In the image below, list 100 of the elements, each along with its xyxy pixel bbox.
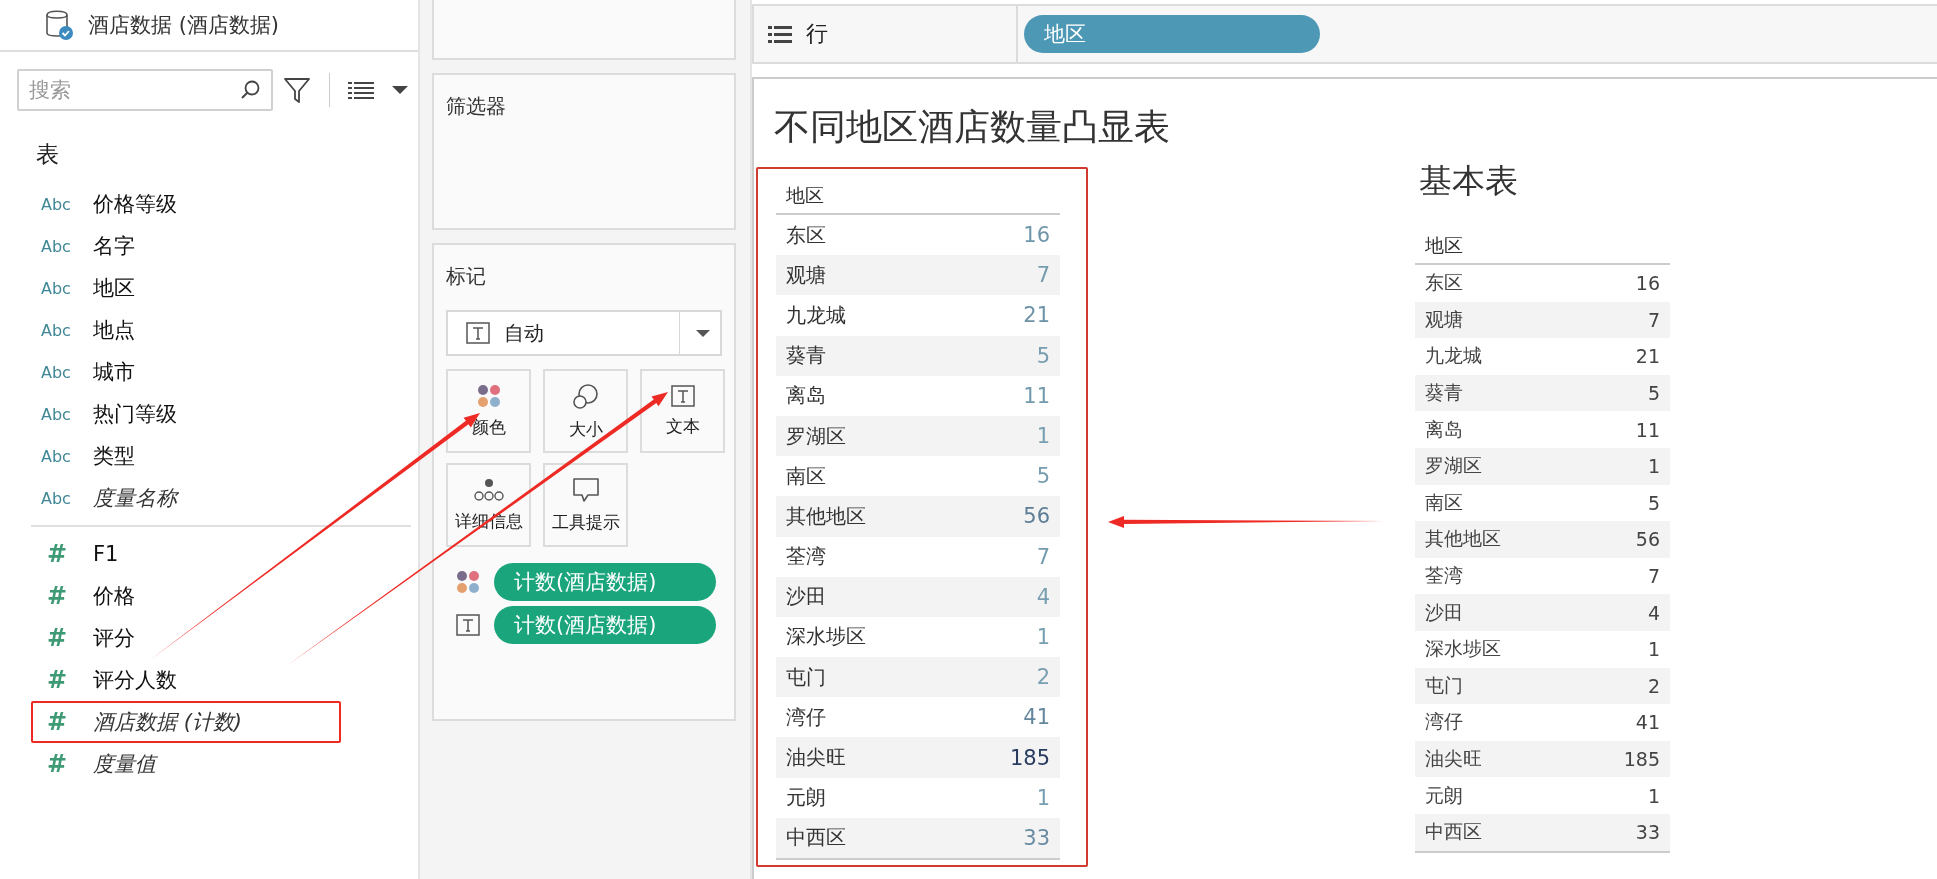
circles-icon xyxy=(571,381,600,410)
table-cell-text: 深水埗区 xyxy=(1425,636,1501,662)
list-icon xyxy=(768,25,792,43)
field-label: 价格等级 xyxy=(93,191,177,218)
table-cell-text: 南区 xyxy=(1425,489,1463,515)
table-cell-text: 元朗 xyxy=(1425,782,1463,808)
table-cell: 离岛 xyxy=(786,382,826,410)
table-cell: 中西区 xyxy=(786,824,846,852)
table-cell: 185 xyxy=(1009,745,1050,770)
table-cell: 11 xyxy=(1635,418,1660,441)
column-header: 地区 xyxy=(1425,233,1463,258)
field-item[interactable]: # 评分人数 xyxy=(31,659,411,701)
field-item[interactable]: Abc 类型 xyxy=(31,435,411,477)
card-title: 标记 xyxy=(446,263,487,290)
table-cell: 1 xyxy=(1036,785,1050,810)
table-cell: 41 xyxy=(1023,705,1050,730)
number-type-icon: # xyxy=(41,540,93,568)
table-cell-text: 其他地区 xyxy=(1425,526,1501,552)
table-cell: 185 xyxy=(1623,748,1660,770)
table-cell: 5 xyxy=(1647,491,1660,514)
four-dots-icon xyxy=(476,383,501,408)
field-label: 价格 xyxy=(93,583,135,610)
table-cell: 1 xyxy=(1036,424,1050,449)
table-cell: 东区 xyxy=(786,221,826,249)
table-title: 不同地区酒店数量凸显表 xyxy=(773,105,1170,149)
table-cell: 1 xyxy=(1647,784,1660,807)
table-cell: 沙田 xyxy=(786,583,826,611)
field-item[interactable]: # 酒店数据 (计数) xyxy=(31,701,341,743)
table-cell: 观塘 xyxy=(786,261,826,289)
four-dots-icon xyxy=(456,570,480,594)
database-icon xyxy=(44,10,74,40)
field-label: 类型 xyxy=(93,443,135,470)
table-cell: 4 xyxy=(1036,584,1050,609)
table-cell: 深水埗区 xyxy=(786,623,866,651)
table-cell-text: 荃湾 xyxy=(1425,563,1463,589)
mark-button[interactable]: 大小 xyxy=(543,369,628,453)
string-type-icon: Abc xyxy=(41,320,93,340)
text-icon xyxy=(456,614,480,636)
field-item[interactable]: Abc 价格等级 xyxy=(31,183,411,225)
table-cell: 7 xyxy=(1647,308,1660,331)
caret-icon xyxy=(392,85,408,95)
table-cell-text: 观塘 xyxy=(1425,306,1463,332)
shelf-label: 行 xyxy=(806,20,828,48)
field-item[interactable]: Abc 地点 xyxy=(31,309,411,351)
field-label: 评分 xyxy=(93,625,135,652)
field-label: 城市 xyxy=(93,359,135,386)
table-cell: 41 xyxy=(1635,711,1660,734)
search-field[interactable]: 搜索 xyxy=(17,69,273,111)
table-cell-text: 湾仔 xyxy=(1425,709,1463,735)
field-item[interactable]: # 价格 xyxy=(31,575,411,617)
table-cell: 5 xyxy=(1036,343,1050,368)
dropdown-label: 自动 xyxy=(504,319,545,347)
mark-button[interactable]: 颜色 xyxy=(446,369,531,453)
field-label: 度量名称 xyxy=(93,485,177,512)
field-item[interactable]: Abc 热门等级 xyxy=(31,393,411,435)
field-item[interactable]: # 评分 xyxy=(31,617,411,659)
table-cell: 油尖旺 xyxy=(786,744,846,772)
string-type-icon: Abc xyxy=(41,236,93,256)
string-type-icon: Abc xyxy=(41,278,93,298)
table-cell: 屯门 xyxy=(786,663,826,691)
table-cell: 21 xyxy=(1635,345,1660,368)
field-label: 度量值 xyxy=(93,751,156,778)
list-view-icon xyxy=(348,81,374,99)
field-label: 酒店数据 (计数) xyxy=(93,709,243,736)
string-type-icon: Abc xyxy=(41,194,93,214)
caret-icon xyxy=(696,328,710,338)
mark-button[interactable]: 工具提示 xyxy=(543,463,628,547)
data-source-title[interactable]: 酒店数据 (酒店数据) xyxy=(88,11,280,39)
table-cell: 其他地区 xyxy=(786,502,866,530)
field-item[interactable]: Abc 名字 xyxy=(31,225,411,267)
field-item[interactable]: # F1 xyxy=(31,533,411,575)
field-label: 评分人数 xyxy=(93,667,177,694)
string-type-icon: Abc xyxy=(41,404,93,424)
table-cell-text: 葵青 xyxy=(1425,380,1463,406)
table-cell: 葵青 xyxy=(786,342,826,370)
table-cell: 16 xyxy=(1023,223,1050,248)
table-cell: 2 xyxy=(1647,674,1660,697)
table-cell: 33 xyxy=(1635,821,1660,844)
field-item[interactable]: Abc 城市 xyxy=(31,351,411,393)
table-cell-text: 沙田 xyxy=(1425,599,1463,625)
table-cell-text: 屯门 xyxy=(1425,672,1463,698)
mark-button[interactable]: 文本 xyxy=(640,369,725,453)
table-cell-text: 中西区 xyxy=(1425,819,1482,845)
table-cell: 33 xyxy=(1023,825,1050,850)
table-cell: 7 xyxy=(1036,544,1050,569)
field-label: 地点 xyxy=(93,317,135,344)
field-item[interactable]: Abc 度量名称 xyxy=(31,477,411,519)
number-type-icon: # xyxy=(41,750,93,778)
text-icon xyxy=(670,384,695,407)
table-cell: 16 xyxy=(1635,272,1660,295)
field-item[interactable]: Abc 地区 xyxy=(31,267,411,309)
table-cell-text: 油尖旺 xyxy=(1425,746,1482,771)
section-heading: 表 xyxy=(35,140,60,169)
table-title: 基本表 xyxy=(1418,160,1519,202)
table-cell: 元朗 xyxy=(786,784,826,812)
number-type-icon: # xyxy=(41,708,93,736)
field-item[interactable]: # 度量值 xyxy=(31,743,411,785)
table-cell: 7 xyxy=(1036,263,1050,288)
mark-type-dropdown[interactable]: 自动 xyxy=(446,310,722,356)
table-cell: 21 xyxy=(1023,303,1050,328)
